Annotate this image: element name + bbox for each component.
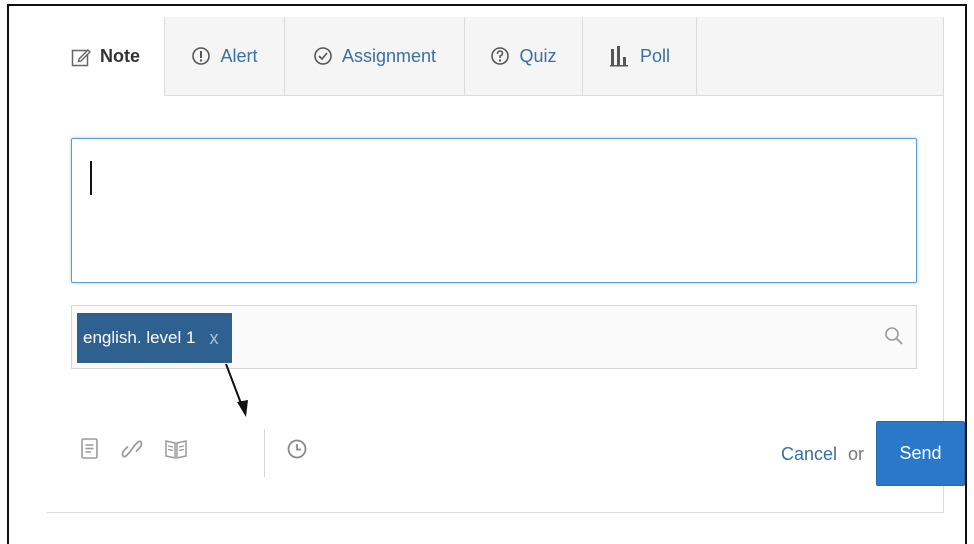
tab-label: Assignment	[341, 45, 437, 66]
tab-poll[interactable]: Poll	[583, 17, 697, 95]
tab-label: Poll	[639, 45, 670, 66]
tab-assignment[interactable]: Assignment	[285, 17, 465, 95]
recipient-chip-label: english. level 1	[83, 328, 196, 347]
edit-icon	[71, 47, 91, 67]
tab-note[interactable]: Note	[47, 17, 165, 96]
tab-label: Alert	[220, 45, 258, 66]
cancel-link[interactable]: Cancel	[781, 444, 837, 465]
recipient-chip[interactable]: english. level 1 x	[77, 313, 233, 363]
question-circle-icon	[490, 46, 510, 66]
alert-icon	[191, 46, 211, 66]
bar-chart-icon	[609, 45, 631, 67]
library-icon[interactable]	[164, 437, 188, 466]
or-text: or	[848, 444, 865, 464]
tab-label: Quiz	[519, 45, 557, 66]
text-cursor	[90, 161, 92, 195]
tab-alert[interactable]: Alert	[165, 17, 285, 95]
tab-quiz[interactable]: Quiz	[465, 17, 583, 95]
search-icon[interactable]	[884, 326, 904, 351]
annotation-arrow	[225, 363, 248, 417]
post-composer: Note Alert Assignment Quiz Poll english.…	[47, 17, 965, 513]
clock-icon[interactable]	[286, 437, 308, 466]
send-button[interactable]: Send	[876, 421, 965, 486]
toolbar-divider	[264, 429, 265, 477]
recipients-field[interactable]: english. level 1 x	[71, 305, 917, 369]
message-textarea[interactable]	[71, 138, 917, 283]
link-icon[interactable]	[121, 437, 143, 466]
tab-label: Note	[100, 46, 140, 66]
remove-recipient-button[interactable]: x	[209, 328, 218, 349]
file-icon[interactable]	[80, 437, 100, 466]
check-circle-icon	[313, 46, 333, 66]
tab-bar: Note Alert Assignment Quiz Poll	[47, 17, 943, 96]
